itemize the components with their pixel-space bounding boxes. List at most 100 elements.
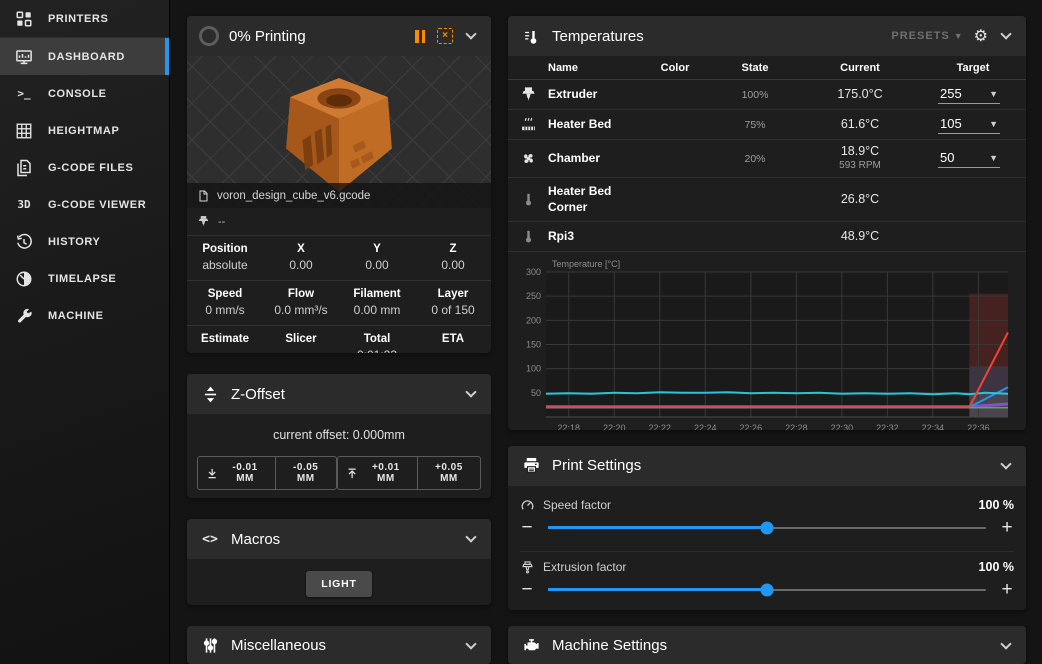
col-header-current: Current [800, 62, 920, 74]
chevron-down-icon[interactable] [1000, 458, 1011, 469]
temperature-chart[interactable]: 5010015020025030022:1822:2022:2222:2422:… [508, 252, 1026, 430]
heater-bed-icon [508, 116, 548, 133]
z-down-small-button[interactable]: -0.01 MM [198, 457, 275, 489]
app-root: PRINTERS DASHBOARD >_ CONSOLE HEIGHTMAP … [0, 0, 1042, 664]
progress-ring [199, 26, 219, 46]
sidebar-item-console[interactable]: >_ CONSOLE [0, 75, 169, 112]
stat-label: Total [339, 333, 415, 345]
sidebar-item-timelapse[interactable]: TIMELAPSE [0, 260, 169, 297]
print-status-header: 0% Printing × [187, 16, 491, 56]
thermometer-sensor-icon [508, 191, 548, 208]
print-settings-body: Speed factor 100 % − + [508, 486, 1026, 610]
gcode-filename-bar[interactable]: voron_design_cube_v6.gcode [187, 183, 491, 208]
macros-header: <> Macros [187, 519, 491, 559]
decrease-button[interactable]: − [520, 580, 534, 599]
fan-rpm: 593 RPM [800, 160, 920, 173]
stats-row-time: Estimate– Slicer– Total0:01:23 ETA– [187, 326, 491, 353]
increase-button[interactable]: + [1000, 518, 1014, 537]
sidebar-item-gcode-viewer[interactable]: 3D G-CODE VIEWER [0, 186, 169, 223]
dashboard-icon [14, 47, 34, 67]
stat-label: Layer [415, 288, 491, 300]
decrease-button[interactable]: − [520, 518, 534, 537]
heater-current: 48.9°C [800, 229, 920, 245]
engine-icon [520, 635, 542, 657]
sidebar-label: G-CODE VIEWER [48, 199, 146, 211]
svg-text:22:34: 22:34 [922, 423, 945, 430]
chevron-down-icon[interactable] [1000, 28, 1011, 39]
svg-text:100: 100 [526, 364, 541, 374]
macro-light-button[interactable]: LIGHT [306, 571, 372, 597]
z-offset-card: Z-Offset current offset: 0.000mm -0.01 M… [187, 374, 491, 498]
target-select-extruder[interactable]: 255▼ [938, 85, 1000, 104]
chevron-down-icon[interactable] [465, 28, 476, 39]
sidebar-item-machine[interactable]: MACHINE [0, 297, 169, 334]
sidebar-item-printers[interactable]: PRINTERS [0, 0, 169, 37]
current-offset-label: current offset: 0.000mm [197, 428, 481, 442]
extruder-status-row: -- [187, 208, 491, 236]
gcode-preview[interactable]: voron_design_cube_v6.gcode [187, 56, 491, 208]
slider-thumb[interactable] [761, 583, 774, 596]
print-status-card: 0% Printing × [187, 16, 491, 353]
speed-factor-value: 100 % [979, 498, 1014, 512]
print-settings-card: Print Settings Speed factor 100 % − [508, 446, 1026, 610]
machine-settings-card: Machine Settings [508, 626, 1026, 664]
right-column: Temperatures PRESETS▼ ⚙ Name Color State… [508, 16, 1026, 664]
heightmap-icon [14, 121, 34, 141]
temp-table-header: Name Color State Current Target [508, 56, 1026, 80]
svg-text:250: 250 [526, 291, 541, 301]
z-up-small-button[interactable]: +0.01 MM [338, 457, 417, 489]
heater-name: Rpi3 [548, 229, 640, 245]
nozzle-icon [508, 86, 548, 103]
pause-button[interactable] [413, 28, 427, 45]
increase-button[interactable]: + [1000, 580, 1014, 599]
fan-icon [508, 150, 548, 167]
z-up-large-button[interactable]: +0.05 MM [417, 457, 480, 489]
sidebar-label: DASHBOARD [48, 51, 125, 63]
timelapse-icon [14, 269, 34, 289]
chevron-down-icon[interactable] [1000, 638, 1011, 649]
gear-icon[interactable]: ⚙ [974, 26, 988, 46]
speed-factor-slider[interactable] [548, 527, 986, 529]
chevron-down-icon[interactable] [465, 638, 476, 649]
extrusion-factor-slider[interactable] [548, 589, 986, 591]
sidebar-label: PRINTERS [48, 13, 108, 25]
stat-value: – [187, 348, 263, 353]
heater-current: 175.0°C [800, 87, 920, 103]
slider-thumb[interactable] [761, 521, 774, 534]
heater-state: 100% [710, 89, 800, 101]
temp-row-extruder: Extruder 100% 175.0°C 255▼ [508, 80, 1026, 110]
sidebar-label: MACHINE [48, 310, 104, 322]
macros-title: Macros [231, 531, 280, 548]
z-offset-body: current offset: 0.000mm -0.01 MM -0.05 M… [187, 414, 491, 498]
target-select-chamber[interactable]: 50▼ [938, 149, 1000, 168]
wrench-icon [14, 306, 34, 326]
sidebar-item-history[interactable]: HISTORY [0, 223, 169, 260]
arrow-up-icon [346, 467, 358, 480]
sidebar-item-dashboard[interactable]: DASHBOARD [0, 38, 169, 75]
presets-dropdown[interactable]: PRESETS▼ [891, 30, 963, 42]
stat-label: Flow [263, 288, 339, 300]
heater-name: Chamber [548, 151, 640, 167]
target-select-heater-bed[interactable]: 105▼ [938, 115, 1000, 134]
extrusion-factor-block: Extrusion factor 100 % − + [520, 551, 1014, 607]
printers-grid-icon [14, 9, 34, 29]
miscellaneous-card: Miscellaneous [187, 626, 491, 664]
temp-row-chamber: Chamber 20% 18.9°C 593 RPM 50▼ [508, 140, 1026, 178]
svg-text:22:30: 22:30 [831, 423, 854, 430]
code-brackets-icon: <> [199, 528, 221, 550]
chevron-down-icon[interactable] [465, 387, 476, 398]
z-offset-up-group: +0.01 MM +0.05 MM [337, 456, 481, 490]
stat-value: – [263, 348, 339, 353]
stat-value: 0.00 [415, 258, 491, 272]
z-down-large-button[interactable]: -0.05 MM [275, 457, 336, 489]
cancel-print-button[interactable]: × [437, 28, 453, 44]
sidebar-item-heightmap[interactable]: HEIGHTMAP [0, 112, 169, 149]
sidebar: PRINTERS DASHBOARD >_ CONSOLE HEIGHTMAP … [0, 0, 170, 664]
svg-text:22:24: 22:24 [694, 423, 717, 430]
sidebar-item-gcode-files[interactable]: G-CODE FILES [0, 149, 169, 186]
temp-row-heater-bed: Heater Bed 75% 61.6°C 105▼ [508, 110, 1026, 140]
heater-current: 18.9°C 593 RPM [800, 144, 920, 172]
gauge-icon [520, 498, 535, 513]
extrusion-factor-value: 100 % [979, 560, 1014, 574]
chevron-down-icon[interactable] [465, 531, 476, 542]
